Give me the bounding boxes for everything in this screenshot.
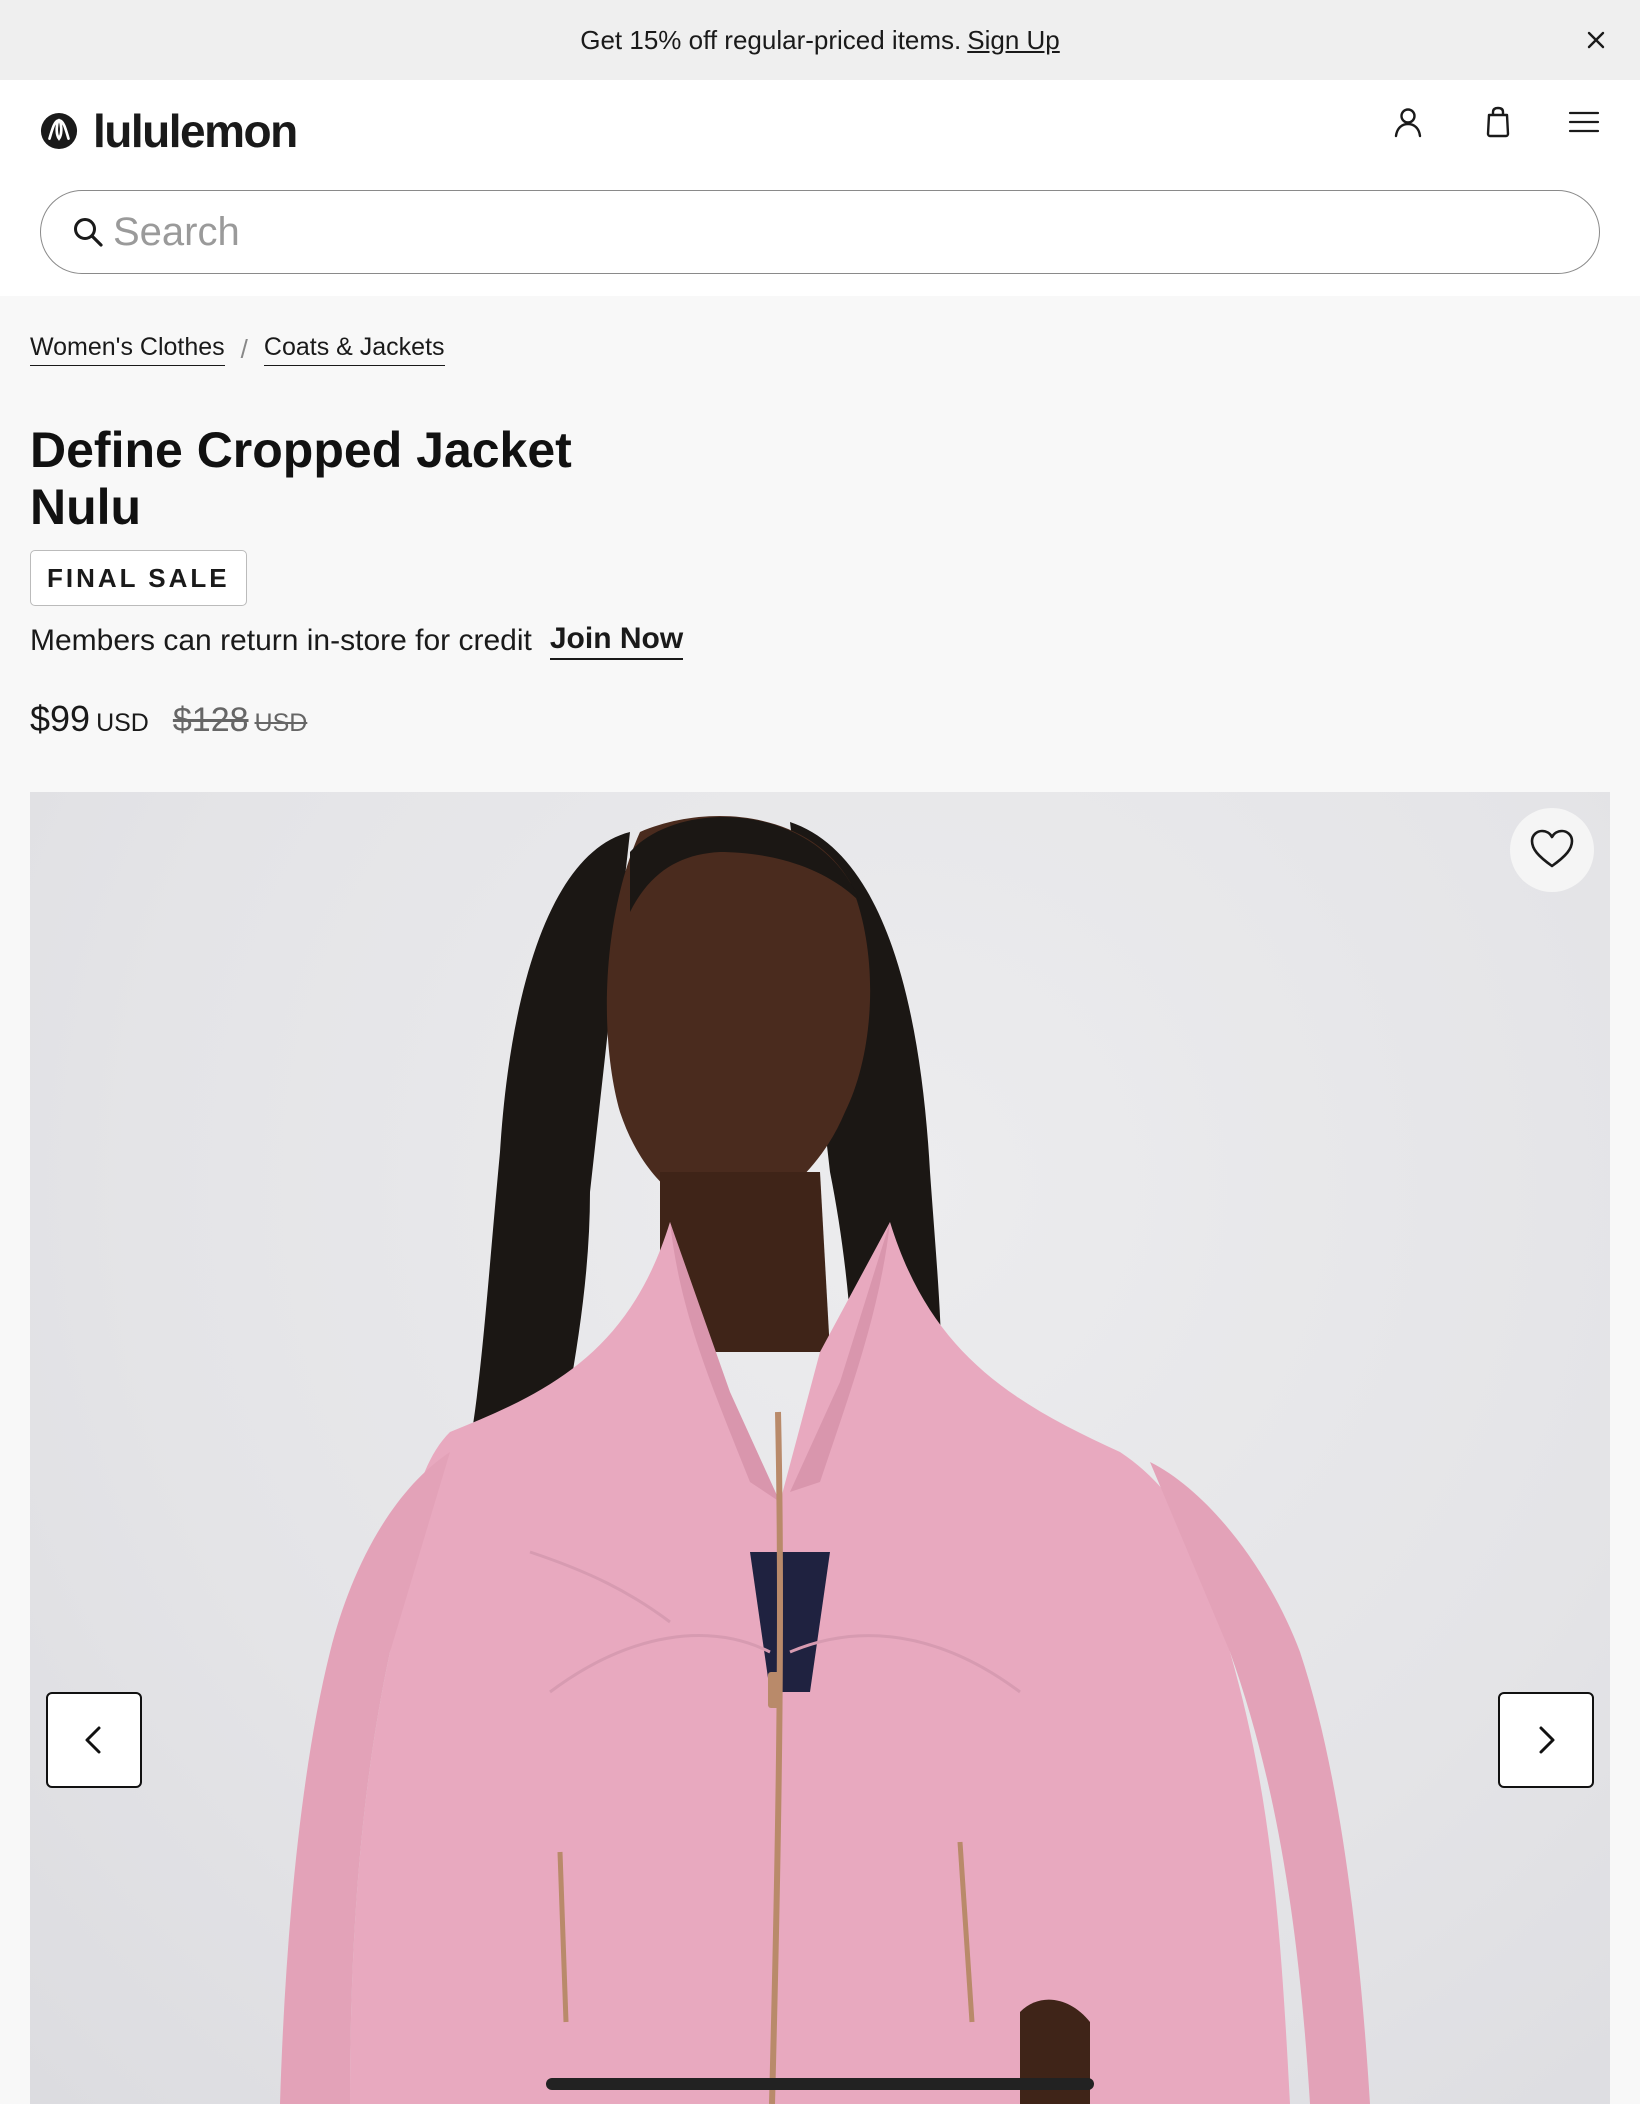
product-photo xyxy=(280,816,1370,2104)
search-bar[interactable] xyxy=(40,190,1600,274)
site-header: lululemon xyxy=(0,80,1640,296)
next-image-button[interactable] xyxy=(1498,1692,1594,1788)
breadcrumb: Women's Clothes / Coats & Jackets xyxy=(30,333,445,366)
members-text: Members can return in-store for credit xyxy=(30,624,532,657)
sign-up-link[interactable]: Sign Up xyxy=(967,25,1060,56)
favorite-button[interactable] xyxy=(1510,808,1594,892)
sale-price: $99 xyxy=(30,698,91,739)
join-now-link[interactable]: Join Now xyxy=(549,622,684,660)
members-return-notice: Members can return in-store for credit J… xyxy=(30,622,684,660)
shopping-bag-icon[interactable] xyxy=(1480,104,1516,140)
price-block: $99 USD $128 USD xyxy=(30,698,307,740)
previous-image-button[interactable] xyxy=(46,1692,142,1788)
close-icon[interactable] xyxy=(1578,22,1614,58)
product-title-line2: Nulu xyxy=(30,479,142,535)
gallery-progress-bar[interactable] xyxy=(546,2078,1094,2090)
promo-banner: Get 15% off regular-priced items. Sign U… xyxy=(0,0,1640,80)
chevron-right-icon xyxy=(1539,1726,1555,1754)
search-icon xyxy=(74,218,103,247)
breadcrumb-womens-clothes[interactable]: Women's Clothes xyxy=(30,333,225,366)
product-title: Define Cropped Jacket Nulu xyxy=(30,422,572,536)
product-title-line1: Define Cropped Jacket xyxy=(30,422,572,478)
heart-icon xyxy=(1530,829,1574,868)
final-sale-badge: FINAL SALE xyxy=(30,550,247,606)
search-input[interactable] xyxy=(113,209,1513,255)
sale-price-currency: USD xyxy=(96,709,149,737)
original-price-currency: USD xyxy=(254,709,308,737)
promo-text: Get 15% off regular-priced items. xyxy=(580,24,962,55)
account-icon[interactable] xyxy=(1390,104,1426,140)
product-image-gallery[interactable] xyxy=(30,792,1610,2104)
brand-name: lululemon xyxy=(93,105,298,157)
breadcrumb-coats-jackets[interactable]: Coats & Jackets xyxy=(263,333,445,366)
menu-icon[interactable] xyxy=(1566,104,1602,140)
lululemon-logo[interactable]: lululemon xyxy=(40,104,298,158)
original-price: $128 xyxy=(172,701,249,739)
lululemon-logo-icon xyxy=(40,112,78,150)
breadcrumb-separator: / xyxy=(240,334,248,364)
chevron-left-icon xyxy=(85,1726,101,1754)
